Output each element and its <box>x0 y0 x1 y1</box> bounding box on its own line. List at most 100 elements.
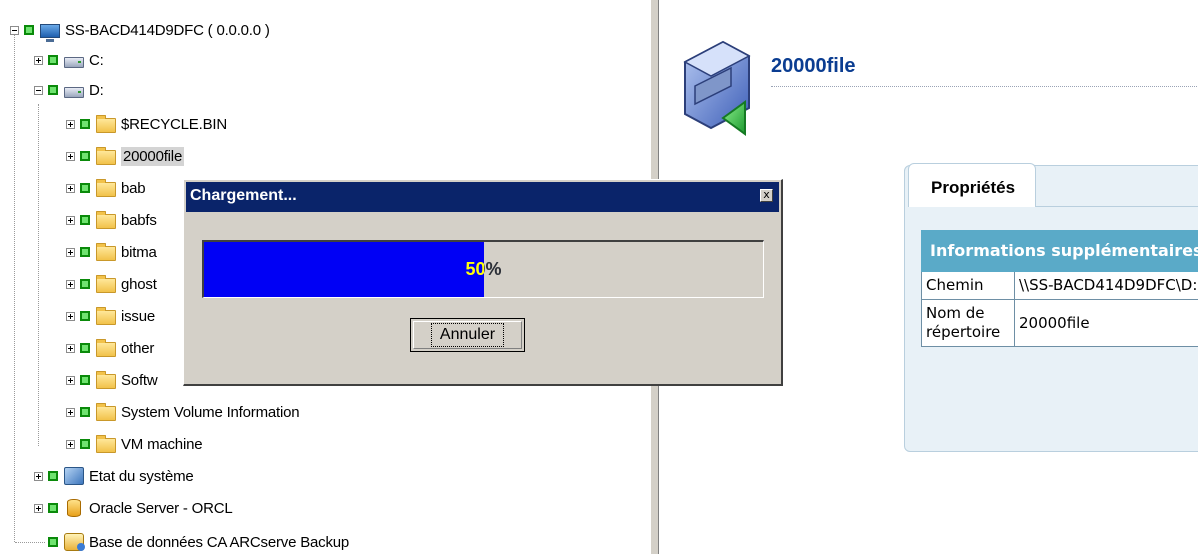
expand-icon[interactable] <box>66 183 75 193</box>
cancel-button-label: Annuler <box>430 323 505 347</box>
checkbox[interactable] <box>80 407 90 417</box>
tree-node-root[interactable]: SS-BACD414D9DFC ( 0.0.0.0 ) <box>10 15 270 45</box>
expand-icon[interactable] <box>66 407 75 417</box>
tab-properties[interactable]: Propriétés <box>908 163 1036 207</box>
tree-node-folder[interactable]: VM machine <box>66 429 203 459</box>
expand-icon[interactable] <box>34 55 43 65</box>
table-row: Chemin \\SS-BACD414D9DFC\D: <box>921 271 1198 300</box>
property-key: Nom de répertoire <box>921 299 1015 347</box>
expand-icon[interactable] <box>66 215 75 225</box>
checkbox[interactable] <box>48 503 58 513</box>
cancel-button[interactable]: Annuler <box>410 318 525 352</box>
tree-node-label: other <box>121 339 155 357</box>
dialog-titlebar[interactable]: Chargement... x <box>186 182 779 212</box>
checkbox[interactable] <box>80 247 90 257</box>
property-key: Chemin <box>921 271 1015 300</box>
collapse-icon[interactable] <box>10 25 19 35</box>
tree-node-folder[interactable]: Softw <box>66 365 158 395</box>
expand-icon[interactable] <box>66 439 75 449</box>
folder-icon <box>96 211 116 229</box>
tree-node-folder[interactable]: ghost <box>66 269 157 299</box>
tree-node-drive-c[interactable]: C: <box>34 45 104 75</box>
folder-icon <box>96 179 116 197</box>
folder-icon <box>96 339 116 357</box>
folder-icon <box>96 371 116 389</box>
checkbox[interactable] <box>80 215 90 225</box>
tree-node-label: VM machine <box>121 435 203 453</box>
checkbox[interactable] <box>80 279 90 289</box>
checkbox[interactable] <box>48 471 58 481</box>
loading-dialog: Chargement... x 50% Annuler <box>183 179 783 386</box>
drive-icon <box>64 86 84 98</box>
expand-icon[interactable] <box>34 471 43 481</box>
tree-node-oracle[interactable]: Oracle Server - ORCL <box>34 493 233 523</box>
tree-connector <box>38 104 39 446</box>
checkbox[interactable] <box>24 25 34 35</box>
tree-node-drive-d[interactable]: D: <box>34 75 104 105</box>
checkbox[interactable] <box>80 183 90 193</box>
tree-node-folder[interactable]: babfs <box>66 205 157 235</box>
tree-node-arcserve-db[interactable]: Base de données CA ARCserve Backup <box>48 527 349 554</box>
tree-node-label: 20000file <box>121 146 185 166</box>
tree-node-label: Etat du système <box>89 467 194 485</box>
checkbox[interactable] <box>48 85 58 95</box>
properties-table: Informations supplémentaires Chemin \\SS… <box>921 230 1198 347</box>
folder-icon <box>96 435 116 453</box>
tree-node-system-state[interactable]: Etat du système <box>34 461 194 491</box>
folder-icon <box>96 403 116 421</box>
tree-node-label: SS-BACD414D9DFC ( 0.0.0.0 ) <box>65 21 270 39</box>
expand-icon[interactable] <box>66 119 75 129</box>
drive-icon <box>64 56 84 68</box>
folder-icon <box>96 307 116 325</box>
folder-share-icon <box>683 40 751 136</box>
expand-icon[interactable] <box>66 151 75 161</box>
expand-icon[interactable] <box>66 279 75 289</box>
database-icon <box>67 499 81 517</box>
tree-node-folder[interactable]: System Volume Information <box>66 397 300 427</box>
checkbox[interactable] <box>80 439 90 449</box>
system-state-icon <box>64 467 84 485</box>
checkbox[interactable] <box>80 375 90 385</box>
expand-icon[interactable] <box>66 311 75 321</box>
tree-node-label: $RECYCLE.BIN <box>121 115 227 133</box>
tree-node-folder-selected[interactable]: 20000file <box>66 141 185 171</box>
tree-node-label: Base de données CA ARCserve Backup <box>89 533 350 551</box>
tree-connector <box>15 542 45 543</box>
checkbox[interactable] <box>48 537 58 547</box>
checkbox[interactable] <box>80 119 90 129</box>
expand-icon[interactable] <box>34 503 43 513</box>
tree-node-label: D: <box>89 81 104 99</box>
close-icon[interactable]: x <box>760 189 773 202</box>
checkbox[interactable] <box>80 151 90 161</box>
tree-node-label: babfs <box>121 211 157 229</box>
collapse-icon[interactable] <box>34 85 43 95</box>
property-value: 20000file <box>1014 299 1198 347</box>
tree-node-folder[interactable]: other <box>66 333 154 363</box>
tree-node-folder[interactable]: bitma <box>66 237 157 267</box>
checkbox[interactable] <box>80 343 90 353</box>
tree-node-label: bitma <box>121 243 157 261</box>
progress-bar: 50% <box>202 240 764 298</box>
tree-node-label: issue <box>121 307 156 325</box>
checkbox[interactable] <box>48 55 58 65</box>
dialog-title: Chargement... <box>190 187 297 204</box>
table-row: Nom de répertoire 20000file <box>921 299 1198 347</box>
folder-icon <box>96 147 116 165</box>
expand-icon[interactable] <box>66 247 75 257</box>
tree-node-folder[interactable]: bab <box>66 173 146 203</box>
table-header-row: Informations supplémentaires <box>921 230 1198 272</box>
table-header: Informations supplémentaires <box>921 230 1198 272</box>
progress-text: 50% <box>465 259 502 279</box>
tree-node-label: Oracle Server - ORCL <box>89 499 233 517</box>
expand-icon[interactable] <box>66 375 75 385</box>
folder-icon <box>96 115 116 133</box>
detail-title: 20000file <box>771 55 856 77</box>
tree-node-folder[interactable]: issue <box>66 301 155 331</box>
checkbox[interactable] <box>80 311 90 321</box>
title-divider <box>771 86 1198 87</box>
expand-icon[interactable] <box>66 343 75 353</box>
property-value: \\SS-BACD414D9DFC\D: <box>1014 271 1198 300</box>
tree-node-folder[interactable]: $RECYCLE.BIN <box>66 109 227 139</box>
tree-node-label: ghost <box>121 275 157 293</box>
folder-icon <box>96 275 116 293</box>
